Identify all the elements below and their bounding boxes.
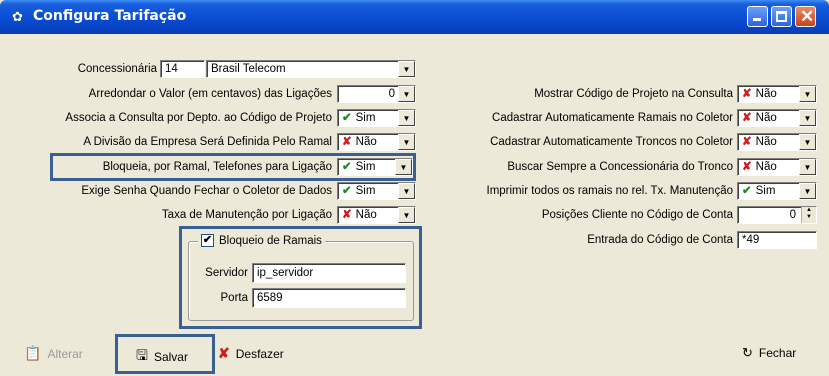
buscar-value: Não (755, 161, 777, 173)
cad-troncos-value: Não (755, 136, 777, 148)
concessionaria-name: Brasil Telecom (211, 63, 286, 75)
maximize-button[interactable] (771, 6, 792, 27)
divisao-label: A Divisão da Empresa Será Definida Pelo … (83, 136, 332, 148)
x-icon: ✘ (342, 136, 352, 148)
cad-troncos-select[interactable]: ✘ Não ▼ (737, 133, 817, 151)
imprimir-select[interactable]: ✔ Sim ▼ (737, 182, 817, 200)
app-icon: ✿ (12, 9, 23, 24)
servidor-input[interactable]: ip_servidor (252, 263, 406, 283)
undo-icon: ✘ (218, 345, 230, 361)
desfazer-label: Desfazer (235, 346, 284, 361)
chevron-down-icon[interactable]: ▼ (398, 207, 415, 223)
x-icon: ✘ (742, 136, 752, 148)
check-icon: ✔ (742, 185, 752, 197)
salvar-button[interactable]: 🖫 Salvar (136, 345, 188, 369)
window-title: Configura Tarifação (33, 8, 187, 24)
fechar-label: Fechar (758, 346, 797, 360)
imprimir-value: Sim (755, 185, 776, 197)
divisao-select[interactable]: ✘ Não ▼ (337, 133, 416, 151)
chevron-down-icon[interactable]: ▼ (398, 86, 415, 102)
divisao-value: Não (355, 136, 377, 148)
chevron-down-icon[interactable]: ▼ (395, 159, 412, 175)
taxa-select[interactable]: ✘ Não ▼ (337, 206, 416, 224)
associa-label: Associa a Consulta por Depto. ao Código … (65, 112, 332, 124)
buscar-label: Buscar Sempre a Concessionária do Tronco (507, 161, 733, 173)
chevron-down-icon[interactable]: ▼ (398, 61, 415, 77)
alterar-label: Alterar (47, 346, 83, 361)
minimize-button[interactable] (747, 6, 768, 27)
close-icon: ✕ (800, 7, 815, 26)
cad-ramais-value: Não (755, 112, 777, 124)
bloqueia-label: Bloqueia, por Ramal, Telefones para Liga… (102, 161, 332, 173)
bloqueio-legend: ✔ Bloqueio de Ramais (198, 234, 325, 247)
save-icon: 🖫 (136, 347, 148, 363)
chevron-down-icon[interactable]: ▼ (799, 159, 816, 175)
associa-select[interactable]: ✔ Sim ▼ (337, 109, 416, 127)
exige-value: Sim (355, 185, 376, 197)
arredondar-value: 0 (388, 88, 395, 100)
chevron-down-icon[interactable]: ▼ (799, 134, 816, 150)
bloqueia-select[interactable]: ✔ Sim ▼ (337, 158, 413, 176)
bloqueio-checkbox[interactable]: ✔ (201, 234, 214, 247)
check-icon: ✔ (342, 185, 352, 197)
chevron-down-icon[interactable]: ▼ (398, 183, 415, 199)
fechar-button[interactable]: ↻ Fechar (742, 345, 796, 361)
spinner-arrows-icon[interactable]: ▲ ▼ (801, 207, 816, 223)
desfazer-button[interactable]: ✘ Desfazer (218, 345, 284, 362)
concessionaria-select[interactable]: Brasil Telecom ▼ (206, 60, 416, 78)
close-icon: ↻ (742, 345, 753, 360)
cad-ramais-select[interactable]: ✘ Não ▼ (737, 109, 817, 127)
concessionaria-code-input[interactable]: 14 (160, 60, 205, 78)
mostrar-label: Mostrar Código de Projeto na Consulta (534, 88, 733, 100)
imprimir-label: Imprimir todos os ramais no rel. Tx. Man… (486, 185, 734, 197)
arredondar-select[interactable]: 0 ▼ (337, 85, 416, 103)
cad-troncos-label: Cadastrar Automaticamente Troncos no Col… (490, 136, 733, 148)
taxa-label: Taxa de Manutenção por Ligação (161, 209, 332, 221)
concessionaria-label: Concessionária (77, 63, 157, 75)
check-icon: ✔ (342, 161, 352, 173)
taxa-value: Não (355, 209, 377, 221)
edit-icon: 📋 (24, 345, 42, 361)
associa-value: Sim (355, 112, 376, 124)
check-icon: ✔ (342, 112, 352, 124)
mostrar-value: Não (755, 88, 777, 100)
chevron-down-icon[interactable]: ▼ (799, 86, 816, 102)
minimize-icon (753, 18, 761, 21)
entrada-label: Entrada do Código de Conta (587, 234, 733, 246)
arredondar-label: Arredondar o Valor (em centavos) das Lig… (88, 88, 332, 100)
chevron-down-icon[interactable]: ▼ (398, 134, 415, 150)
buscar-select[interactable]: ✘ Não ▼ (737, 158, 817, 176)
porta-input[interactable]: 6589 (252, 288, 406, 308)
servidor-label: Servidor (205, 267, 248, 279)
posicoes-label: Posições Cliente no Código de Conta (541, 209, 733, 221)
title-bar: ✿ Configura Tarifação ✕ (0, 0, 829, 34)
alterar-button[interactable]: 📋 Alterar (24, 345, 83, 362)
maximize-icon (776, 11, 787, 22)
chevron-down-icon[interactable]: ▼ (799, 183, 816, 199)
salvar-label: Salvar (153, 350, 188, 364)
x-icon: ✘ (742, 161, 752, 173)
x-icon: ✘ (742, 88, 752, 100)
close-window-button[interactable]: ✕ (795, 6, 816, 27)
bloqueia-value: Sim (355, 161, 376, 173)
posicoes-spinner[interactable]: 0 ▲ ▼ (737, 206, 817, 224)
cad-ramais-label: Cadastrar Automaticamente Ramais no Cole… (492, 112, 733, 124)
mostrar-select[interactable]: ✘ Não ▼ (737, 85, 817, 103)
x-icon: ✘ (342, 209, 352, 221)
entrada-input[interactable]: *49 (737, 231, 817, 249)
exige-select[interactable]: ✔ Sim ▼ (337, 182, 416, 200)
exige-label: Exige Senha Quando Fechar o Coletor de D… (81, 185, 332, 197)
chevron-down-icon[interactable]: ▼ (398, 110, 415, 126)
posicoes-value: 0 (789, 209, 796, 221)
porta-label: Porta (220, 292, 249, 304)
bloqueio-legend-label: Bloqueio de Ramais (219, 234, 322, 247)
x-icon: ✘ (742, 112, 752, 124)
chevron-down-icon[interactable]: ▼ (799, 110, 816, 126)
